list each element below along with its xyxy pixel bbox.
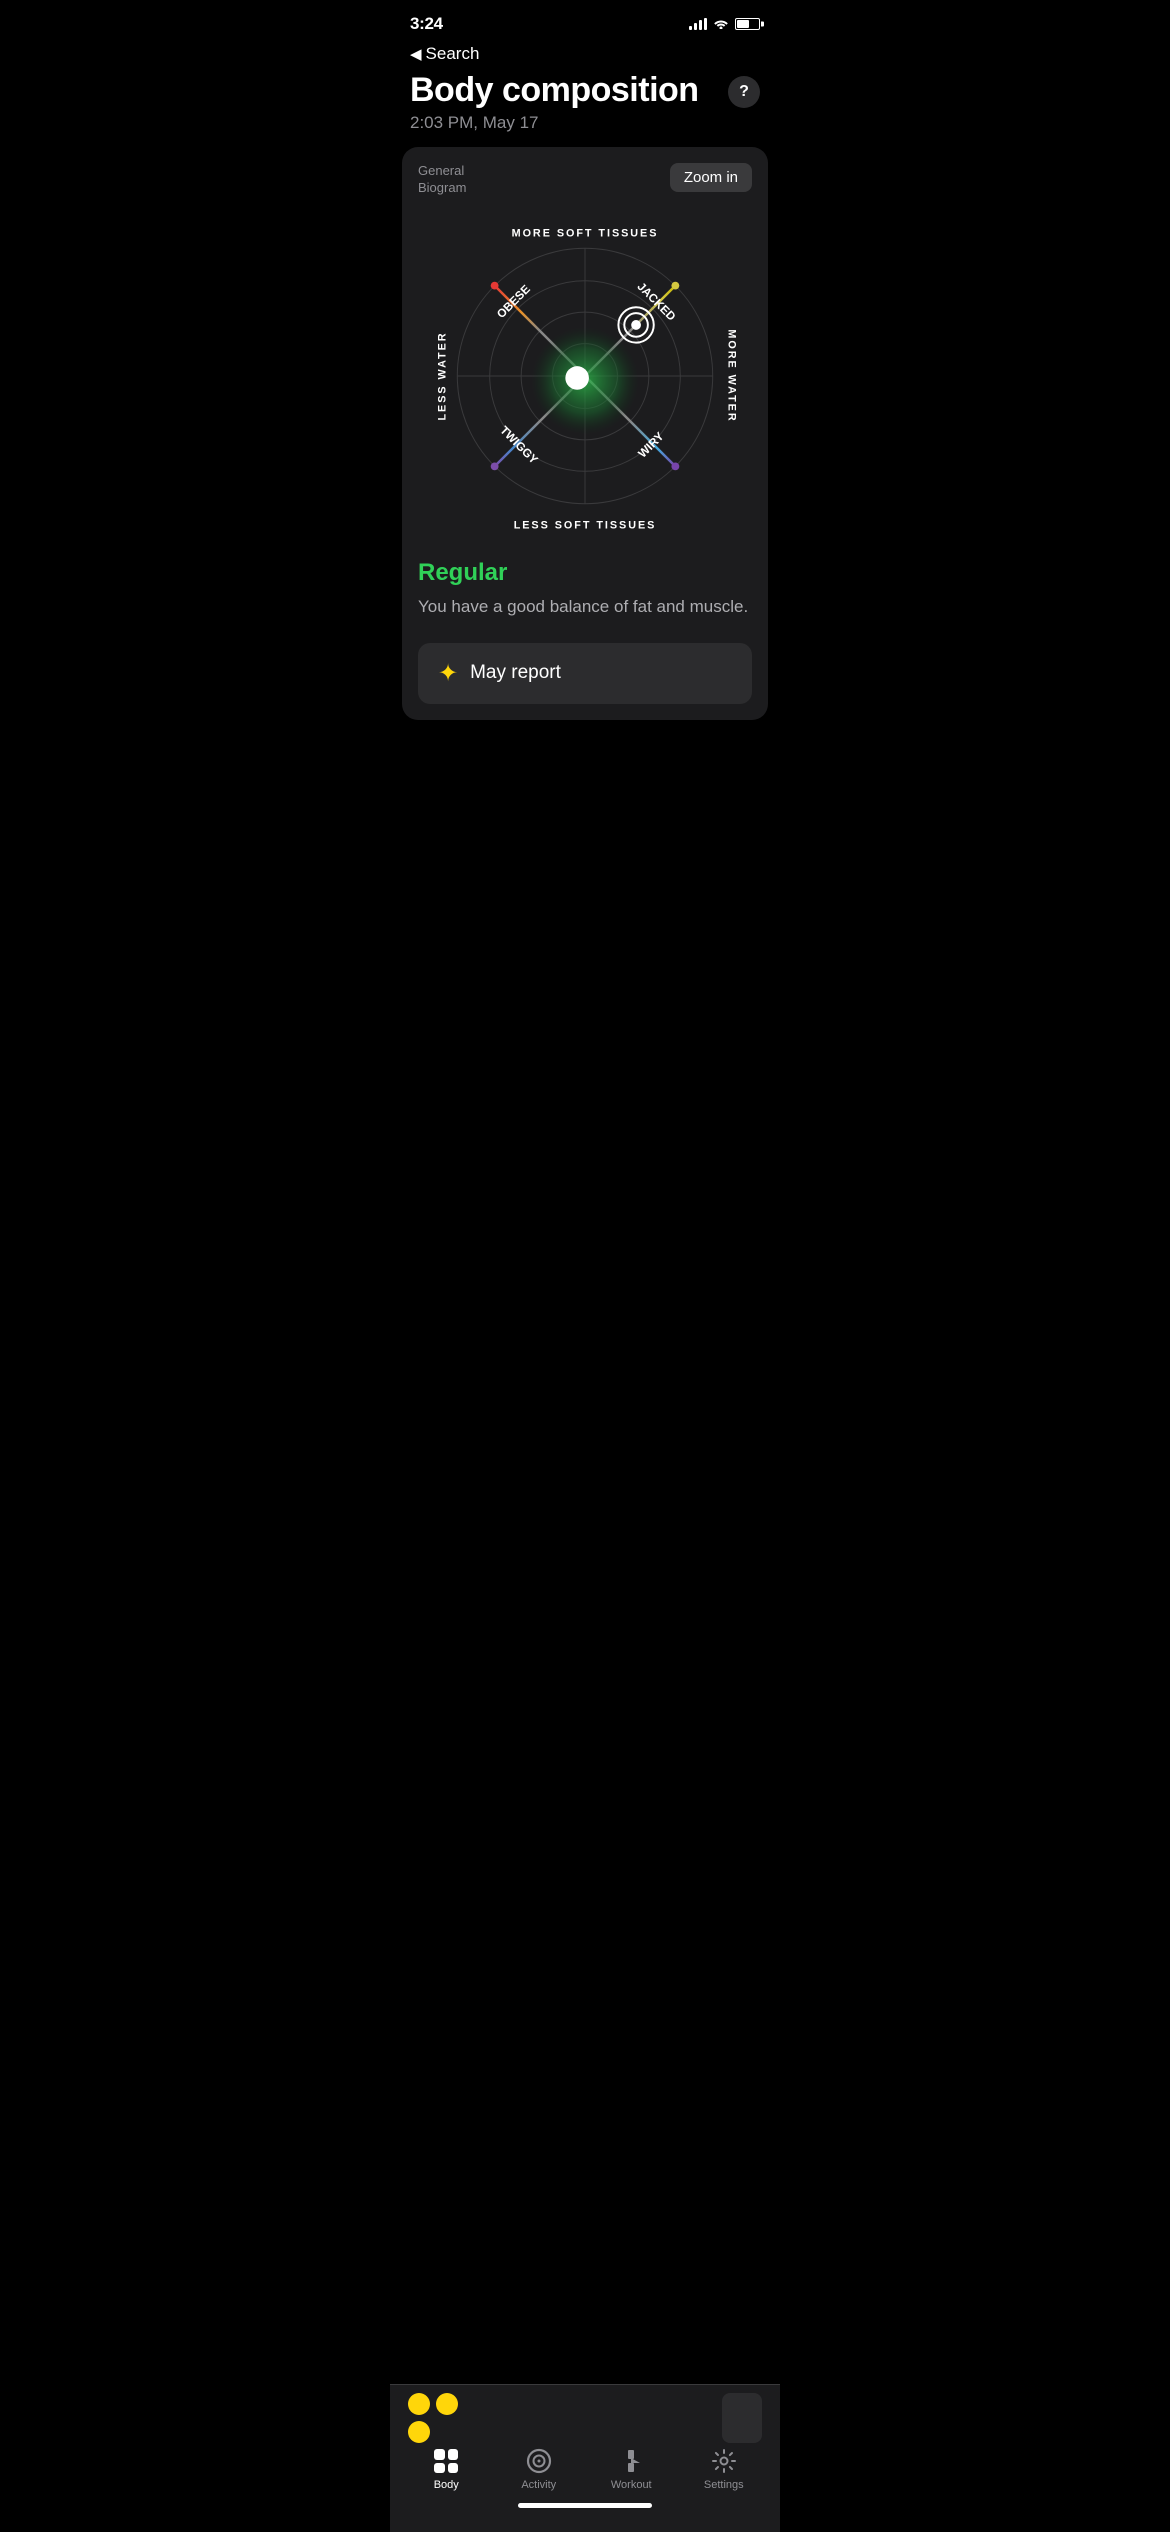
status-icons	[689, 17, 760, 32]
result-status: Regular	[418, 559, 752, 587]
yellow-dot-2	[436, 2393, 458, 2415]
zoom-button[interactable]: Zoom in	[670, 163, 752, 192]
biogram-label-text: GeneralBiogram	[418, 163, 466, 195]
tab-settings-label: Settings	[704, 2479, 744, 2491]
page-subtitle: 2:03 PM, May 17	[410, 113, 699, 133]
wifi-icon	[713, 17, 729, 32]
biogram-header: GeneralBiogram Zoom in	[418, 163, 752, 197]
main-card: GeneralBiogram Zoom in	[402, 147, 768, 720]
back-button[interactable]: ◀ Search	[410, 44, 760, 64]
battery-icon	[735, 18, 760, 30]
home-indicator	[518, 2503, 652, 2508]
tab-activity[interactable]: Activity	[509, 2447, 569, 2491]
back-arrow-icon: ◀	[410, 45, 422, 63]
radar-svg: MORE SOFT TISSUES LESS SOFT TISSUES LESS…	[418, 209, 752, 543]
svg-text:WIRY: WIRY	[636, 430, 667, 461]
svg-text:LESS SOFT TISSUES: LESS SOFT TISSUES	[514, 519, 657, 531]
signal-bars-icon	[689, 18, 707, 30]
radar-chart: MORE SOFT TISSUES LESS SOFT TISSUES LESS…	[418, 209, 752, 543]
nav-dots-area	[390, 2393, 780, 2443]
tab-activity-label: Activity	[521, 2479, 556, 2491]
status-time: 3:24	[410, 14, 443, 34]
yellow-dots	[408, 2393, 468, 2443]
page-title: Body composition	[410, 72, 699, 109]
svg-text:OBESE: OBESE	[495, 283, 533, 321]
bottom-nav: Body Activity Workout	[390, 2384, 780, 2532]
help-icon: ?	[739, 83, 749, 101]
result-section: Regular You have a good balance of fat a…	[418, 543, 752, 627]
status-bar: 3:24	[390, 0, 780, 40]
svg-text:LESS WATER: LESS WATER	[437, 332, 449, 421]
yellow-dot-3	[408, 2421, 430, 2443]
report-button[interactable]: ✦ May report	[418, 643, 752, 704]
report-label: May report	[470, 662, 561, 684]
activity-icon	[525, 2447, 553, 2475]
nav-items: Body Activity Workout	[390, 2443, 780, 2495]
tab-workout-label: Workout	[611, 2479, 652, 2491]
svg-text:MORE SOFT TISSUES: MORE SOFT TISSUES	[512, 228, 659, 240]
workout-icon	[617, 2447, 645, 2475]
biogram-label: GeneralBiogram	[418, 163, 466, 197]
result-description: You have a good balance of fat and muscl…	[418, 595, 752, 619]
settings-icon	[710, 2447, 738, 2475]
body-icon	[432, 2447, 460, 2475]
svg-text:MORE WATER: MORE WATER	[725, 330, 737, 423]
tab-body-label: Body	[434, 2479, 459, 2491]
tab-workout[interactable]: Workout	[601, 2447, 661, 2491]
back-label: Search	[426, 44, 480, 64]
tab-body[interactable]: Body	[416, 2447, 476, 2491]
yellow-dot-1	[408, 2393, 430, 2415]
svg-text:TWIGGY: TWIGGY	[497, 424, 540, 467]
tab-settings[interactable]: Settings	[694, 2447, 754, 2491]
sparkle-icon: ✦	[438, 659, 458, 688]
svg-text:JACKED: JACKED	[635, 280, 678, 323]
nav-dark-rect	[722, 2393, 762, 2443]
page-header: ◀ Search Body composition 2:03 PM, May 1…	[390, 40, 780, 147]
help-button[interactable]: ?	[728, 76, 760, 108]
